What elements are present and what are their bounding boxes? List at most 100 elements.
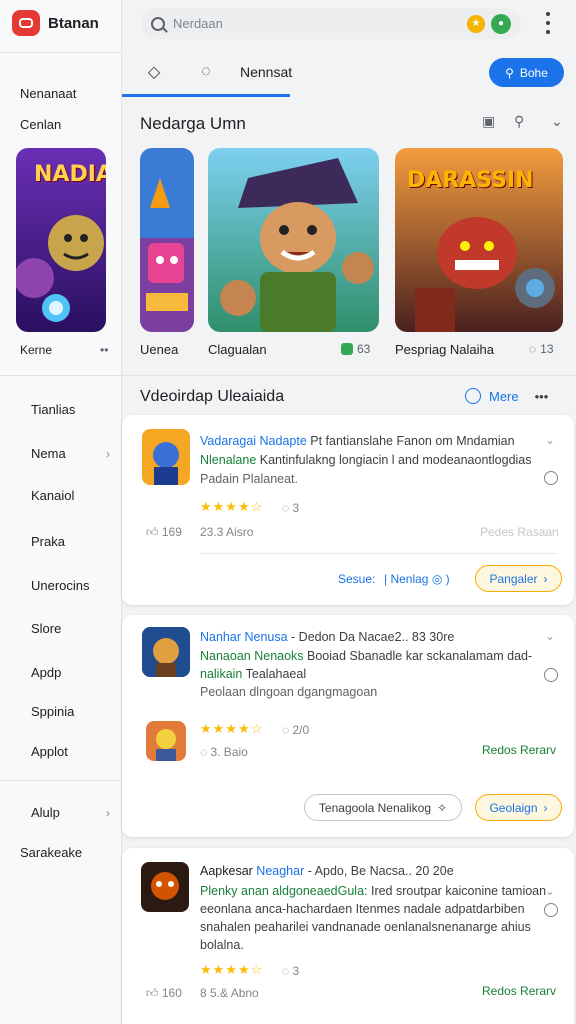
video-title[interactable]: Nanhar Nenusa - Dedon Da Nacae2.. 83 30r… <box>200 629 454 646</box>
rating-count: ◌ 3 <box>282 501 300 515</box>
action-label[interactable]: Sesue: <box>338 572 375 586</box>
channel-avatar[interactable] <box>146 721 186 761</box>
card-action-button[interactable]: Pangaler › <box>475 565 562 592</box>
sidebar-divider <box>0 375 122 376</box>
sidebar-subheading: Cenlan <box>20 117 62 132</box>
sidebar-item[interactable]: Slore <box>31 621 61 636</box>
action-link-text: Nenlag <box>390 572 429 586</box>
secondary-action-button[interactable]: Tenagoola Nenalikog ✧ <box>304 794 462 821</box>
sidebar-item[interactable]: Tianlias <box>31 402 75 417</box>
sidebar-item[interactable]: Apdp <box>31 665 61 680</box>
redo-link[interactable]: Redos Rerarv <box>482 743 556 757</box>
sidebar-game-thumbnail[interactable]: NADIA <box>16 148 106 332</box>
video-description-line: bolalna. <box>200 938 244 952</box>
rating-value: 63 <box>357 342 371 356</box>
rating-count-value: 2/0 <box>292 723 310 737</box>
video-card[interactable]: Aapkesar Neaghar - Apdo, Be Nacsa.. 20 2… <box>122 848 574 1024</box>
search-icon: ⚲ <box>505 65 514 80</box>
rating-count-value: 3 <box>292 964 300 978</box>
sidebar-item[interactable]: Praka <box>31 534 65 549</box>
refresh-icon[interactable] <box>465 388 481 404</box>
game-card-caption: Pespriag Nalaiha <box>395 342 495 357</box>
video-tag: nalikain <box>200 667 243 681</box>
video-thumbnail[interactable] <box>141 862 189 912</box>
game-card[interactable]: DARASSIN <box>395 148 563 332</box>
sidebar-item[interactable]: Nema <box>31 446 66 461</box>
video-title-text: - Apdo, Be Nacsa.. 20 20e <box>304 864 454 878</box>
chevron-down-icon[interactable]: ⌄ <box>545 884 555 898</box>
action-link[interactable]: | Nenlag ◎ ) <box>384 572 450 586</box>
rating-count-value: 3 <box>292 501 300 515</box>
video-description-line: eeonlana anca-hachardaen Itenmes nadale … <box>200 902 525 916</box>
likes[interactable]: 👍︎ 169 <box>146 525 182 540</box>
account-icon[interactable]: ● <box>491 13 511 34</box>
home-icon[interactable]: ◇ <box>144 62 164 82</box>
video-card[interactable]: Nanhar Nenusa - Dedon Da Nacae2.. 83 30r… <box>122 615 574 837</box>
sidebar: Btanan Nenanaat Cenlan NADIA Kerne •• Ti… <box>0 0 122 1024</box>
video-description-line: nalikain Tealahaeal <box>200 666 306 683</box>
video-title-lead: Aapkesar <box>200 864 253 878</box>
game-card-featured[interactable] <box>208 148 379 332</box>
sidebar-item[interactable]: Unerocins <box>31 578 90 593</box>
likes[interactable]: 👍︎ 160 <box>146 986 182 1001</box>
video-title[interactable]: Aapkesar Neaghar - Apdo, Be Nacsa.. 20 2… <box>200 863 454 880</box>
video-description: Nanaoan Nenaoks Booiad Sbanadle kar scka… <box>200 648 532 665</box>
video-thumbnail[interactable] <box>142 627 190 677</box>
video-title-highlight: Nanhar Nenusa <box>200 630 288 644</box>
video-thumbnail[interactable] <box>142 429 190 485</box>
chevron-right-icon: › <box>543 571 548 586</box>
sidebar-item[interactable]: Sppinia <box>31 704 74 719</box>
trophy-icon[interactable]: ★ <box>467 14 485 33</box>
sidebar-banner-text: NADIA <box>34 162 106 187</box>
clock-icon <box>544 903 558 917</box>
video-channel: Nlenalane <box>200 453 257 467</box>
more-link[interactable]: Mere <box>489 389 519 404</box>
video-channel: Nanaoan Nenaoks <box>200 649 304 663</box>
sidebar-item[interactable]: Alulp <box>31 805 60 820</box>
star-rating: ★★★★☆ <box>200 499 264 514</box>
primary-search-button[interactable]: ⚲ Bohe <box>489 58 564 87</box>
tab-main[interactable]: Nennsat <box>240 64 292 80</box>
game-card[interactable] <box>140 148 194 332</box>
sidebar-item[interactable]: Kanaiol <box>31 488 74 503</box>
search-icon <box>151 16 165 31</box>
chevron-down-icon[interactable]: ⌄ <box>545 433 555 447</box>
rating-value: 13 <box>540 342 554 356</box>
chevron-right-icon: › <box>543 800 548 815</box>
video-title[interactable]: Vadaragai Nadapte Pt fantianslahe Fanon … <box>200 433 515 450</box>
video-channel: Plenky anan aldgoneaedGula: <box>200 884 368 898</box>
primary-button-label: Bohe <box>519 65 548 80</box>
section-divider <box>122 375 576 376</box>
video-description-text: Tealahaeal <box>242 667 307 681</box>
more-menu-icon[interactable] <box>540 12 556 34</box>
search-input[interactable]: Nerdaan <box>173 16 467 31</box>
search-icon[interactable]: ⚲ <box>514 113 524 130</box>
video-card[interactable]: Vadaragai Nadapte Pt fantianslahe Fanon … <box>122 415 574 605</box>
video-title-text: - Dedon Da Nacae2.. 83 30re <box>287 630 455 644</box>
grid-view-icon[interactable]: ▣ <box>482 113 495 130</box>
clock-icon: ◌ <box>529 342 537 356</box>
game-card-caption: Clagualan <box>208 342 267 357</box>
sidebar-item[interactable]: Applot <box>31 744 68 759</box>
sidebar-item[interactable]: Sarakeake <box>20 845 82 860</box>
chevron-down-icon[interactable]: ⌄ <box>545 629 555 643</box>
video-meta: 23.3 Aisro <box>200 525 254 539</box>
more-options-icon[interactable]: ••• <box>535 389 549 404</box>
faint-label: Pedes Rasaan <box>480 525 559 539</box>
game-rating: 63 <box>341 342 370 356</box>
game-rating: ◌ 13 <box>529 342 554 356</box>
chat-icon[interactable]: ◌ <box>196 62 216 82</box>
sidebar-heading: Nenanaat <box>20 86 77 101</box>
card-divider <box>200 553 558 554</box>
video-description-line: snahalen peaharilei vandnanade oenlanals… <box>200 920 531 934</box>
brand[interactable]: Btanan <box>12 10 99 36</box>
chevron-down-icon[interactable]: ⌄ <box>551 113 563 130</box>
sidebar-thumb-menu[interactable]: •• <box>100 343 108 357</box>
video-subtitle: Peolaan dlngoan dgangmagoan <box>200 685 378 699</box>
video-meta: 8 5.& Abno <box>200 986 259 1000</box>
redo-link[interactable]: Redos Rerarv <box>482 984 556 998</box>
brand-name: Btanan <box>48 14 99 32</box>
search-bar[interactable]: Nerdaan ★ ● <box>141 8 521 39</box>
rating-count: ◌ 2/0 <box>282 723 310 737</box>
card-action-button[interactable]: Geolaign › <box>475 794 562 821</box>
